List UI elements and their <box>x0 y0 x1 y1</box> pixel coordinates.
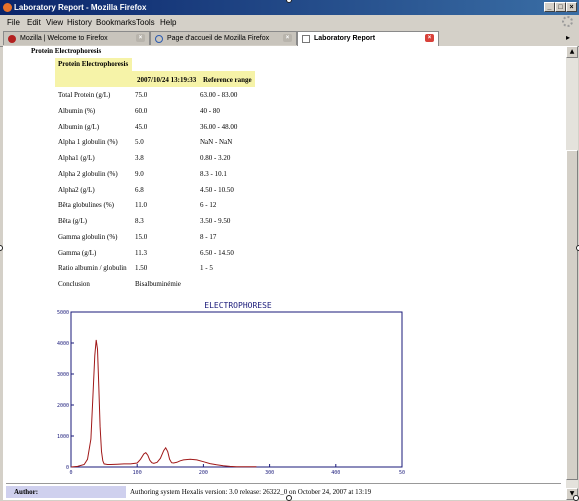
x-tick-label: 300 <box>265 470 274 476</box>
x-tick-label: 400 <box>331 470 340 476</box>
cell-value: 60.0 <box>135 106 148 115</box>
menu-bookmarks[interactable]: Bookmarks <box>96 18 136 27</box>
cell-ref: 40 - 80 <box>200 106 220 115</box>
y-tick-label: 5000 <box>57 310 69 316</box>
maximize-button[interactable]: □ <box>555 2 566 12</box>
tab-laboratory-report[interactable]: Laboratory Report × <box>297 31 439 46</box>
cell-value: 45.0 <box>135 122 148 131</box>
cell-value: 6.8 <box>135 185 144 194</box>
cell-value: Bisalbuminémie <box>135 280 181 288</box>
close-button[interactable]: × <box>566 2 577 12</box>
selection-handle[interactable] <box>573 495 579 501</box>
tab-list-icon[interactable]: ▸ <box>566 33 570 42</box>
scroll-up-icon[interactable]: ▲ <box>566 46 578 58</box>
cell-value: 11.0 <box>135 201 147 210</box>
cell-name: Bêta (g/L) <box>58 217 87 225</box>
tab-accueil-firefox[interactable]: Page d'accueil de Mozilla Firefox × <box>150 31 297 45</box>
cell-ref: 36.00 - 48.00 <box>200 122 238 131</box>
cell-name: Alpha2 (g/L) <box>58 185 95 194</box>
chart-title: ELECTROPHORESE <box>204 301 272 310</box>
axis-ticks: 0 100 200 300 400 50010002000300040005000 <box>57 310 405 476</box>
footer: Author: Authoring system Hexalis version… <box>6 486 561 500</box>
tab-label: Page d'accueil de Mozilla Firefox <box>167 35 270 42</box>
y-tick-label: 3000 <box>57 372 69 378</box>
cell-value: 5.0 <box>135 138 144 147</box>
window-title: Laboratory Report - Mozilla Firefox <box>14 3 147 12</box>
electrophoresis-curve <box>70 339 257 468</box>
menu-view[interactable]: View <box>46 18 63 27</box>
section-title: Protein Electrophoresis <box>31 47 102 55</box>
cell-name: Conclusion <box>58 280 90 288</box>
vertical-scrollbar[interactable]: ▲ ▼ <box>566 46 578 500</box>
page-content: Protein Electrophoresis Protein Electrop… <box>3 46 566 500</box>
cell-ref: 6 - 12 <box>200 201 217 210</box>
scroll-thumb[interactable] <box>566 150 578 480</box>
y-tick-label: 4000 <box>57 341 69 347</box>
selection-handle[interactable] <box>286 495 292 501</box>
cell-name: Alpha 2 globulin (%) <box>58 169 118 178</box>
electrophoresis-chart: ELECTROPHORESE 0 100 200 300 400 500100020003… <box>57 301 405 476</box>
cell-value: 3.8 <box>135 154 144 162</box>
cell-name: Total Protein (g/L) <box>58 91 111 99</box>
page-icon <box>302 35 310 43</box>
cell-name: Gamma (g/L) <box>58 248 97 257</box>
cell-ref: 8.3 - 10.1 <box>200 169 227 178</box>
separator <box>6 483 561 484</box>
menu-edit[interactable]: Edit <box>27 18 41 27</box>
cell-name: Alpha1 (g/L) <box>58 154 95 162</box>
cell-ref: NaN - NaN <box>200 138 233 147</box>
date-header: 2007/10/24 13:19:33 <box>137 76 197 84</box>
x-tick-label: 0 <box>69 470 72 476</box>
firefox-icon <box>3 3 12 12</box>
author-label: Author: <box>6 486 126 498</box>
cell-value: 75.0 <box>135 91 148 99</box>
cell-value: 11.3 <box>135 248 147 257</box>
table-title: Protein Electrophoresis <box>55 58 132 72</box>
cell-ref: 6.50 - 14.50 <box>200 248 234 257</box>
author-value: Authoring system Hexalis version: 3.0 re… <box>130 488 372 496</box>
cell-value: 8.3 <box>135 217 144 225</box>
menu-file[interactable]: File <box>7 18 20 27</box>
plot-frame <box>70 311 403 468</box>
cell-value: 15.0 <box>135 232 148 241</box>
cell-name: Alpha 1 globulin (%) <box>58 138 118 147</box>
cell-ref: 63.00 - 83.00 <box>200 91 238 99</box>
tab-close-icon[interactable]: × <box>425 34 434 42</box>
y-tick-label: 1000 <box>57 434 69 440</box>
cell-name: Ratio albumin / globulin <box>58 264 127 273</box>
y-tick-label: 2000 <box>57 403 69 409</box>
x-tick-label: 50 <box>399 470 405 476</box>
tab-bar: Mozilla | Welcome to Firefox × Page d'ac… <box>0 29 579 47</box>
tab-close-icon[interactable]: × <box>136 34 145 42</box>
cell-ref: 8 - 17 <box>200 232 217 241</box>
cell-ref: 4.50 - 10.50 <box>200 185 234 194</box>
cell-value: 9.0 <box>135 169 144 178</box>
tab-welcome-firefox[interactable]: Mozilla | Welcome to Firefox × <box>3 31 150 45</box>
cell-name: Bêta globulines (%) <box>58 201 114 210</box>
throbber-icon <box>562 16 573 27</box>
cell-name: Albumin (g/L) <box>58 122 100 131</box>
y-tick-label: 0 <box>66 465 69 471</box>
tab-label: Laboratory Report <box>314 35 376 42</box>
cell-ref: 1 - 5 <box>200 264 213 273</box>
x-tick-label: 100 <box>133 470 142 476</box>
reference-header: Reference range <box>203 76 252 84</box>
menu-bar: File Edit View History Bookmarks Tools H… <box>0 15 579 29</box>
tab-close-icon[interactable]: × <box>283 34 292 42</box>
menu-history[interactable]: History <box>67 18 92 27</box>
cell-ref: 3.50 - 9.50 <box>200 217 231 225</box>
menu-help[interactable]: Help <box>160 18 176 27</box>
cell-name: Gamma globulin (%) <box>58 232 118 241</box>
google-icon <box>155 35 163 43</box>
tab-label: Mozilla | Welcome to Firefox <box>20 35 108 42</box>
minimize-button[interactable]: _ <box>544 2 555 12</box>
cell-ref: 0.80 - 3.20 <box>200 154 231 162</box>
mozilla-icon <box>8 35 16 43</box>
cell-name: Albumin (%) <box>58 106 96 115</box>
menu-tools[interactable]: Tools <box>136 18 155 27</box>
table-header: 2007/10/24 13:19:33 Reference range <box>55 71 255 87</box>
x-tick-label: 200 <box>199 470 208 476</box>
cell-value: 1.50 <box>135 264 148 273</box>
